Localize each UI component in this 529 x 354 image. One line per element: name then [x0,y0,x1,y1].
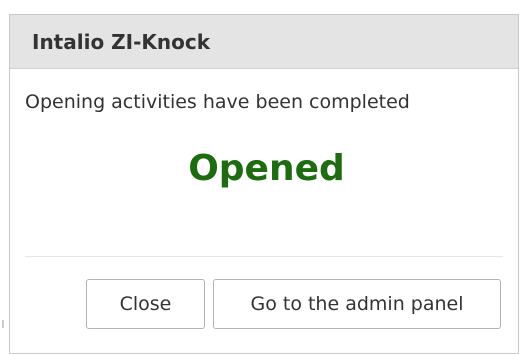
close-button[interactable]: Close [86,279,205,329]
footer-divider [25,256,503,257]
dialog-message: Opening activities have been completed [25,91,410,113]
dialog-buttons: Close Go to the admin panel [86,279,501,329]
dialog: Intalio ZI-Knock Opening activities have… [9,14,519,354]
status-text: Opened [188,148,345,189]
dialog-header: Intalio ZI-Knock [10,15,518,69]
background-edge-mark [2,320,4,328]
admin-panel-button[interactable]: Go to the admin panel [213,279,501,329]
dialog-body: Opening activities have been completed O… [10,91,518,189]
dialog-title: Intalio ZI-Knock [32,29,211,54]
